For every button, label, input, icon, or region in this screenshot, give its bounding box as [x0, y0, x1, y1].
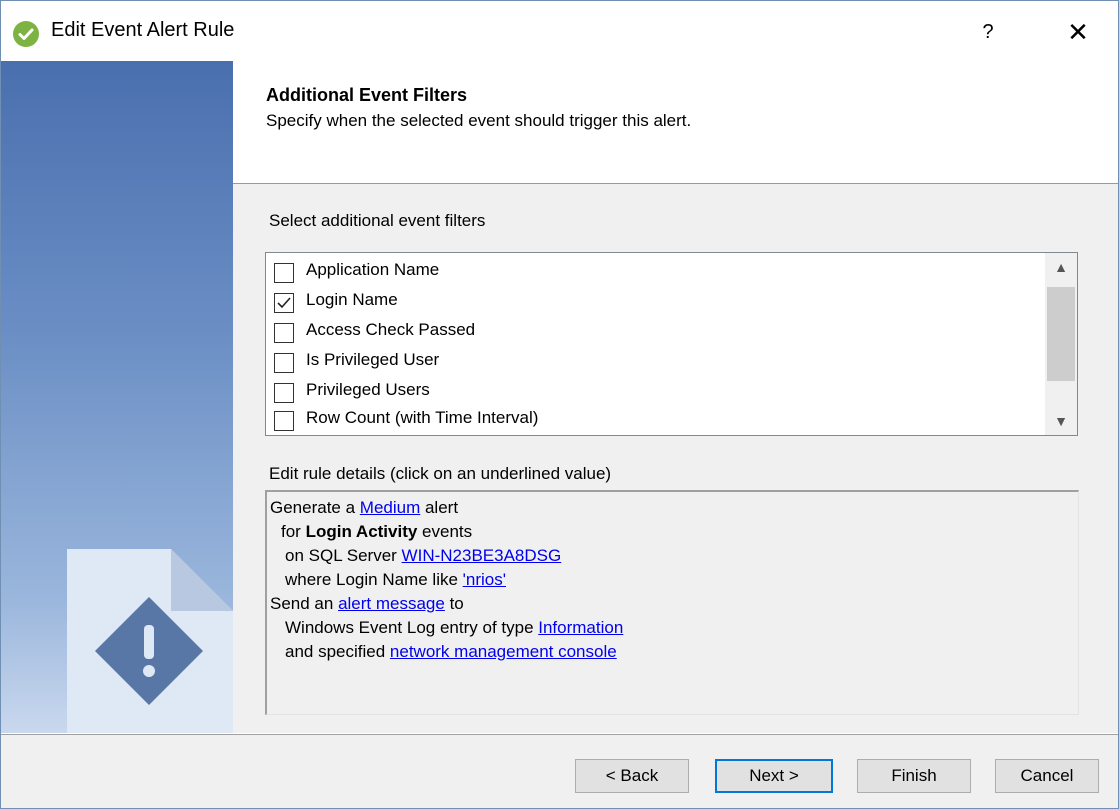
details-line: Send an alert message to [270, 594, 464, 614]
checkbox[interactable] [274, 353, 294, 373]
alert-message-link[interactable]: alert message [338, 594, 445, 613]
rule-details-panel: Generate a Medium alert for Login Activi… [265, 490, 1079, 715]
page-subtitle: Specify when the selected event should t… [266, 111, 692, 130]
network-console-link[interactable]: network management console [390, 642, 617, 661]
filter-label: Application Name [306, 260, 440, 279]
filter-item-application-name[interactable]: Application Name [274, 259, 1034, 287]
filter-label: Privileged Users [306, 380, 430, 399]
details-text: Send an [270, 594, 339, 613]
details-text: for [281, 522, 306, 541]
details-text: where Login Name like [285, 570, 463, 589]
details-line: for Login Activity events [281, 522, 472, 542]
details-line: on SQL Server WIN-N23BE3A8DSG [285, 546, 561, 566]
filter-label: Row Count (with Time Interval) [306, 408, 539, 427]
cancel-button[interactable]: Cancel [995, 759, 1099, 793]
details-line: and specified network management console [285, 642, 617, 662]
filter-label: Is Privileged User [306, 350, 440, 369]
filters-list[interactable]: Application Name Login Name Access Check… [265, 252, 1078, 436]
checkbox[interactable] [274, 323, 294, 343]
scroll-up-icon[interactable]: ▲ [1045, 253, 1077, 281]
details-text: to [444, 594, 464, 613]
wizard-side-panel [1, 61, 233, 733]
details-text: alert [420, 498, 459, 517]
checkbox[interactable] [274, 383, 294, 403]
details-line: Windows Event Log entry of type Informat… [285, 618, 623, 638]
filter-label: Access Check Passed [306, 320, 476, 339]
details-label: Edit rule details (click on an underline… [269, 464, 612, 483]
finish-button[interactable]: Finish [857, 759, 971, 793]
checkbox[interactable] [274, 411, 294, 431]
content-area: Select additional event filters Applicat… [233, 184, 1118, 733]
back-button[interactable]: < Back [575, 759, 689, 793]
details-text: and specified [285, 642, 390, 661]
filters-label: Select additional event filters [269, 211, 486, 230]
title-bar: Edit Event Alert Rule ? ✕ [1, 1, 1118, 61]
warning-document-icon [67, 549, 233, 733]
vertical-scrollbar[interactable]: ▲ ▼ [1045, 253, 1077, 435]
event-type-text: Login Activity [305, 522, 418, 541]
close-button[interactable]: ✕ [1059, 15, 1097, 49]
help-button[interactable]: ? [971, 15, 1005, 49]
filter-label: Login Name [306, 290, 398, 309]
checkbox[interactable] [274, 293, 294, 313]
details-text: on SQL Server [285, 546, 402, 565]
wizard-footer: < Back Next > Finish Cancel [1, 734, 1118, 808]
event-log-type-link[interactable]: Information [538, 618, 623, 637]
server-link[interactable]: WIN-N23BE3A8DSG [402, 546, 562, 565]
details-text: Windows Event Log entry of type [285, 618, 539, 637]
window-title: Edit Event Alert Rule [51, 19, 235, 41]
checkmark-icon [13, 21, 39, 47]
filter-item-access-check-passed[interactable]: Access Check Passed [274, 319, 1034, 347]
details-text: events [417, 522, 473, 541]
page-title: Additional Event Filters [266, 85, 468, 105]
login-name-link[interactable]: 'nrios' [463, 570, 506, 589]
next-button[interactable]: Next > [715, 759, 833, 793]
severity-link[interactable]: Medium [360, 498, 420, 517]
filter-item-privileged-users[interactable]: Privileged Users [274, 379, 1034, 407]
checkbox[interactable] [274, 263, 294, 283]
details-line: where Login Name like 'nrios' [285, 570, 506, 590]
wizard-header: Additional Event Filters Specify when th… [233, 61, 1118, 184]
scroll-down-icon[interactable]: ▼ [1045, 407, 1077, 435]
filter-item-is-privileged-user[interactable]: Is Privileged User [274, 349, 1034, 377]
dialog-window: Edit Event Alert Rule ? ✕ Additional Eve… [0, 0, 1119, 809]
scroll-thumb[interactable] [1047, 287, 1075, 381]
details-text: Generate a [270, 498, 360, 517]
filter-item-row-count[interactable]: Row Count (with Time Interval) [274, 407, 1034, 435]
checkmark-icon [277, 297, 291, 309]
filter-item-login-name[interactable]: Login Name [274, 289, 1034, 317]
details-line: Generate a Medium alert [270, 498, 458, 518]
